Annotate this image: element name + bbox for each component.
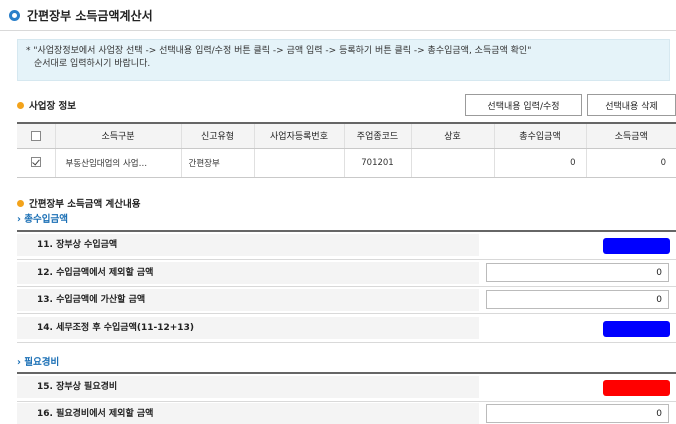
calc-row-13: 13. 수입금액에 가산할 금액 — [17, 289, 676, 311]
calc-row-12: 12. 수입금액에서 제외할 금액 — [17, 262, 676, 284]
masked-amount-blue — [603, 321, 670, 337]
report-type-cell: 간편장부 — [180, 148, 254, 178]
column-header: 신고유형 — [180, 122, 254, 149]
title-divider — [0, 30, 676, 31]
calc-value-cell — [479, 234, 676, 256]
calc-label: 15. 장부상 필요경비 — [17, 376, 479, 398]
select-all-checkbox[interactable] — [30, 130, 41, 141]
column-header: 상호 — [410, 122, 494, 149]
column-header: 사업자등록번호 — [253, 122, 344, 149]
calc-label: 13. 수입금액에 가산할 금액 — [17, 289, 479, 311]
calc-row-15: 15. 장부상 필요경비 — [17, 376, 676, 398]
row-divider — [17, 342, 676, 343]
masked-amount-red — [603, 380, 670, 396]
row-divider — [17, 313, 676, 314]
calc-label: 12. 수입금액에서 제외할 금액 — [17, 262, 479, 284]
calc-section-title: 간편장부 소득금액 계산내용 — [29, 199, 141, 210]
row-checkbox[interactable] — [30, 157, 41, 168]
calc-value-cell — [479, 403, 676, 424]
instruction-notice: * "사업장정보에서 사업장 선택 -> 선택내용 입력/수정 버튼 클릭 ->… — [17, 39, 670, 81]
business-section-title: 사업장 정보 — [29, 101, 77, 112]
table-header-row: 소득구분 신고유형 사업자등록번호 주업종코드 상호 총수입금액 소득금액 — [17, 122, 676, 149]
row-divider — [17, 259, 676, 260]
reg-no-cell — [253, 148, 344, 178]
column-header: 총수입금액 — [493, 122, 586, 149]
table-row[interactable]: 부동산임대업의 사업… 간편장부 701201 0 0 — [17, 148, 676, 178]
add-revenue-input[interactable] — [486, 290, 669, 309]
expense-subheading-label: 필요경비 — [24, 357, 60, 368]
calc-section-heading: 간편장부 소득금액 계산내용 — [17, 196, 141, 210]
notice-line-1: * "사업장정보에서 사업장 선택 -> 선택내용 입력/수정 버튼 클릭 ->… — [26, 46, 532, 56]
calc-label: 14. 세무조정 후 수입금액(11-12+13) — [17, 317, 479, 339]
column-header: 소득금액 — [585, 122, 676, 149]
section-bullet-icon — [17, 101, 24, 109]
row-select-cell[interactable] — [17, 148, 55, 178]
calc-label: 11. 장부상 수입금액 — [17, 234, 479, 256]
calc-row-16: 16. 필요경비에서 제외할 금액 — [17, 403, 676, 424]
masked-amount-blue — [603, 238, 670, 254]
expense-subheading: › 필요경비 — [17, 357, 60, 368]
expense-top-rule — [17, 372, 676, 374]
select-all-cell[interactable] — [17, 122, 55, 149]
calc-row-11: 11. 장부상 수입금액 — [17, 234, 676, 256]
industry-code-cell: 701201 — [343, 148, 411, 178]
column-header: 소득구분 — [54, 122, 181, 149]
row-divider — [17, 401, 676, 402]
row-divider — [17, 286, 676, 287]
calc-value-cell — [479, 376, 676, 398]
section-bullet-icon — [17, 199, 24, 207]
column-header: 주업종코드 — [343, 122, 411, 149]
notice-line-2: 순서대로 입력하시기 바랍니다. — [34, 59, 151, 69]
revenue-top-rule — [17, 230, 676, 232]
total-revenue-cell: 0 — [493, 148, 586, 178]
calc-value-cell — [479, 262, 676, 284]
exclude-expense-input[interactable] — [486, 404, 669, 423]
revenue-subheading: › 총수입금액 — [17, 214, 68, 225]
revenue-subheading-label: 총수입금액 — [24, 214, 68, 225]
calc-value-cell — [479, 317, 676, 339]
exclude-revenue-input[interactable] — [486, 263, 669, 282]
business-table: 소득구분 신고유형 사업자등록번호 주업종코드 상호 총수입금액 소득금액 부동… — [17, 122, 676, 178]
income-amount-cell: 0 — [585, 148, 676, 178]
delete-selected-button[interactable]: 선택내용 삭제 — [587, 94, 676, 116]
calc-value-cell — [479, 289, 676, 311]
page-title-text: 간편장부 소득금액계산서 — [27, 8, 153, 23]
income-type-cell: 부동산임대업의 사업… — [54, 148, 181, 178]
calc-label: 16. 필요경비에서 제외할 금액 — [17, 403, 479, 424]
title-bullet-icon — [9, 9, 20, 21]
trade-name-cell — [410, 148, 494, 178]
edit-selected-button[interactable]: 선택내용 입력/수정 — [465, 94, 582, 116]
page-title: 간편장부 소득금액계산서 — [9, 7, 153, 23]
calc-row-14: 14. 세무조정 후 수입금액(11-12+13) — [17, 317, 676, 339]
business-section-heading: 사업장 정보 — [17, 98, 76, 112]
